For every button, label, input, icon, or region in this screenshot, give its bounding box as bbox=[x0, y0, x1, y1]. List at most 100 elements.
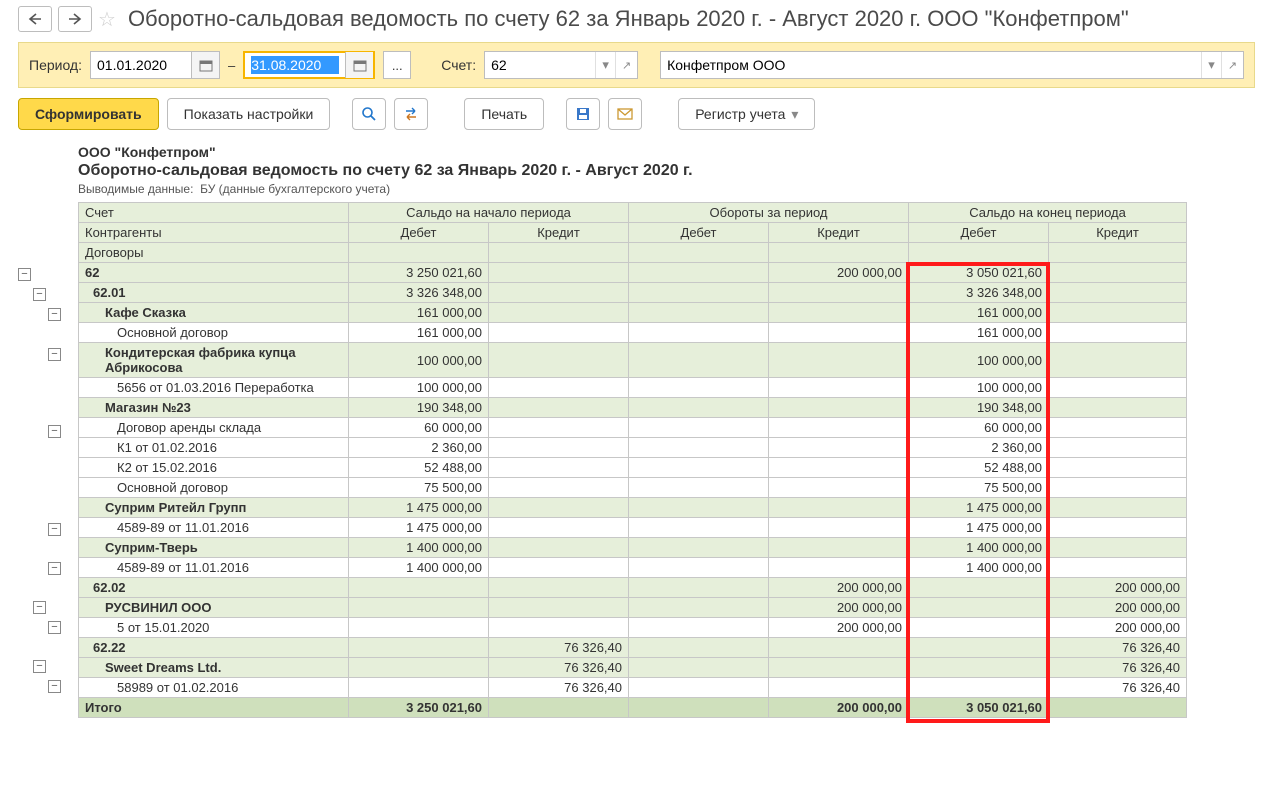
cell bbox=[769, 438, 909, 458]
table-row[interactable]: 623 250 021,60200 000,003 050 021,60 bbox=[79, 263, 1187, 283]
table-row[interactable]: 62.02200 000,00200 000,00 bbox=[79, 578, 1187, 598]
table-row[interactable]: 4589-89 от 11.01.20161 475 000,001 475 0… bbox=[79, 518, 1187, 538]
header-row-2: Контрагенты Дебет Кредит Дебет Кредит Де… bbox=[79, 223, 1187, 243]
cell bbox=[769, 638, 909, 658]
collapse-toggle[interactable]: − bbox=[33, 288, 46, 301]
cell: 3 050 021,60 bbox=[909, 698, 1049, 718]
cell: 1 400 000,00 bbox=[909, 538, 1049, 558]
hdr-debit: Дебет bbox=[629, 223, 769, 243]
cell bbox=[629, 598, 769, 618]
table-row[interactable]: К2 от 15.02.201652 488,0052 488,00 bbox=[79, 458, 1187, 478]
cell bbox=[769, 558, 909, 578]
open-external-icon[interactable]: ↗ bbox=[1221, 52, 1243, 78]
collapse-toggle[interactable]: − bbox=[48, 425, 61, 438]
table-row[interactable]: 62.2276 326,4076 326,40 bbox=[79, 638, 1187, 658]
date-from-input[interactable] bbox=[91, 52, 191, 78]
replace-button[interactable] bbox=[394, 98, 428, 130]
back-button[interactable] bbox=[18, 6, 52, 32]
row-label: Основной договор bbox=[79, 323, 349, 343]
cell bbox=[489, 518, 629, 538]
generate-button[interactable]: Сформировать bbox=[18, 98, 159, 130]
cell bbox=[769, 658, 909, 678]
table-row[interactable]: Основной договор75 500,0075 500,00 bbox=[79, 478, 1187, 498]
page-title: Оборотно-сальдовая ведомость по счету 62… bbox=[128, 6, 1129, 32]
cell bbox=[629, 538, 769, 558]
cell bbox=[1049, 698, 1187, 718]
cell: 100 000,00 bbox=[909, 378, 1049, 398]
cell bbox=[769, 538, 909, 558]
org-input[interactable] bbox=[661, 52, 1201, 78]
forward-button[interactable] bbox=[58, 6, 92, 32]
date-to-input[interactable] bbox=[245, 52, 345, 78]
account-input[interactable] bbox=[485, 52, 595, 78]
date-from-calendar-button[interactable] bbox=[191, 52, 219, 78]
cell: 3 250 021,60 bbox=[349, 698, 489, 718]
cell: 1 400 000,00 bbox=[349, 558, 489, 578]
collapse-toggle[interactable]: − bbox=[48, 680, 61, 693]
hdr-turnover: Обороты за период bbox=[629, 203, 909, 223]
table-row[interactable]: 58989 от 01.02.201676 326,4076 326,40 bbox=[79, 678, 1187, 698]
cell bbox=[769, 283, 909, 303]
collapse-toggle[interactable]: − bbox=[48, 621, 61, 634]
cell bbox=[349, 678, 489, 698]
find-button[interactable] bbox=[352, 98, 386, 130]
envelope-icon bbox=[617, 107, 633, 121]
collapse-toggle[interactable]: − bbox=[48, 348, 61, 361]
date-to-calendar-button[interactable] bbox=[345, 52, 373, 78]
account-select[interactable]: ▾ ↗ bbox=[484, 51, 638, 79]
collapse-toggle[interactable]: − bbox=[48, 308, 61, 321]
row-label: 62.01 bbox=[79, 283, 349, 303]
table-row[interactable]: Sweet Dreams Ltd.76 326,4076 326,40 bbox=[79, 658, 1187, 678]
cell bbox=[629, 418, 769, 438]
toolbar: Сформировать Показать настройки Печать Р… bbox=[0, 88, 1263, 140]
cell: 60 000,00 bbox=[909, 418, 1049, 438]
print-button[interactable]: Печать bbox=[464, 98, 544, 130]
table-row[interactable]: Договор аренды склада60 000,0060 000,00 bbox=[79, 418, 1187, 438]
table-row[interactable]: Суприм-Тверь1 400 000,001 400 000,00 bbox=[79, 538, 1187, 558]
cell bbox=[349, 658, 489, 678]
cell: 3 250 021,60 bbox=[349, 263, 489, 283]
grid-wrap: −−−−−−−−−−− Счет Сальдо на начало период… bbox=[18, 202, 1255, 718]
table-row[interactable]: 4589-89 от 11.01.20161 400 000,001 400 0… bbox=[79, 558, 1187, 578]
cell bbox=[629, 303, 769, 323]
table-row[interactable]: Кондитерская фабрика купца Абрикосова100… bbox=[79, 343, 1187, 378]
star-icon[interactable]: ☆ bbox=[98, 7, 116, 32]
date-to-box[interactable] bbox=[243, 51, 375, 79]
show-settings-button[interactable]: Показать настройки bbox=[167, 98, 331, 130]
org-select[interactable]: ▾ ↗ bbox=[660, 51, 1244, 79]
table-row[interactable]: Суприм Ритейл Групп1 475 000,001 475 000… bbox=[79, 498, 1187, 518]
email-button[interactable] bbox=[608, 98, 642, 130]
open-external-icon[interactable]: ↗ bbox=[615, 52, 637, 78]
cell: 100 000,00 bbox=[909, 343, 1049, 378]
table-row[interactable]: К1 от 01.02.20162 360,002 360,00 bbox=[79, 438, 1187, 458]
save-button[interactable] bbox=[566, 98, 600, 130]
cell bbox=[769, 303, 909, 323]
table-row[interactable]: Итого3 250 021,60200 000,003 050 021,60 bbox=[79, 698, 1187, 718]
cell bbox=[769, 498, 909, 518]
collapse-toggle[interactable]: − bbox=[18, 268, 31, 281]
table-row[interactable]: Магазин №23190 348,00190 348,00 bbox=[79, 398, 1187, 418]
date-from-box[interactable] bbox=[90, 51, 220, 79]
cell: 76 326,40 bbox=[489, 678, 629, 698]
registry-button[interactable]: Регистр учета ▾ bbox=[678, 98, 815, 130]
table-row[interactable]: Кафе Сказка161 000,00161 000,00 bbox=[79, 303, 1187, 323]
collapse-toggle[interactable]: − bbox=[33, 660, 46, 673]
table-row[interactable]: РУСВИНИЛ ООО200 000,00200 000,00 bbox=[79, 598, 1187, 618]
period-picker-button[interactable]: ... bbox=[383, 51, 411, 79]
chevron-down-icon[interactable]: ▾ bbox=[595, 52, 615, 78]
diskette-icon bbox=[575, 106, 591, 122]
table-row[interactable]: 5 от 15.01.2020200 000,00200 000,00 bbox=[79, 618, 1187, 638]
table-row[interactable]: 62.013 326 348,003 326 348,00 bbox=[79, 283, 1187, 303]
row-label: 62 bbox=[79, 263, 349, 283]
table-row[interactable]: 5656 от 01.03.2016 Переработка100 000,00… bbox=[79, 378, 1187, 398]
table-row[interactable]: Основной договор161 000,00161 000,00 bbox=[79, 323, 1187, 343]
cell: 76 326,40 bbox=[489, 638, 629, 658]
hdr-account: Счет bbox=[79, 203, 349, 223]
collapse-toggle[interactable]: − bbox=[33, 601, 46, 614]
collapse-toggle[interactable]: − bbox=[48, 562, 61, 575]
cell: 200 000,00 bbox=[769, 598, 909, 618]
cell bbox=[629, 698, 769, 718]
collapse-toggle[interactable]: − bbox=[48, 523, 61, 536]
cell: 3 050 021,60 bbox=[909, 263, 1049, 283]
chevron-down-icon[interactable]: ▾ bbox=[1201, 52, 1221, 78]
